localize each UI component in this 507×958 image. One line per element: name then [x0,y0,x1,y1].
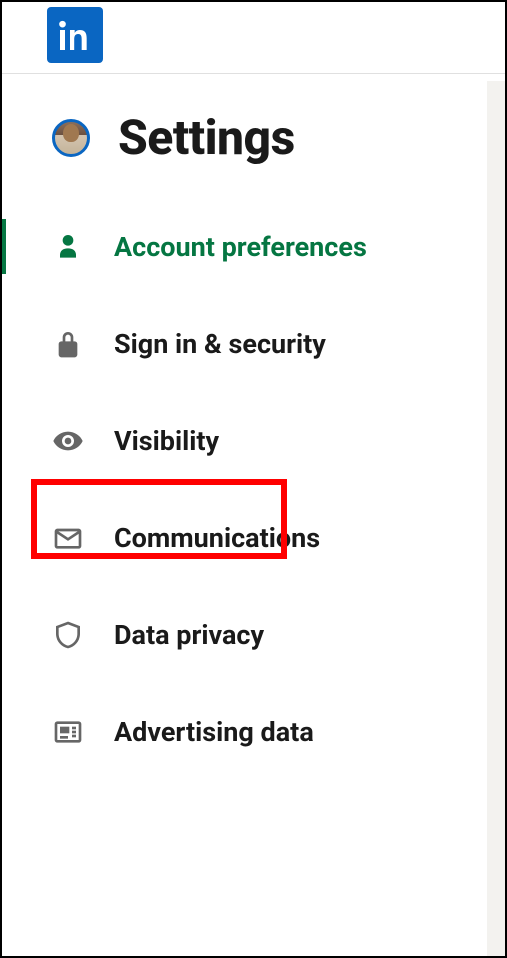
linkedin-logo[interactable] [47,7,103,63]
eye-icon [52,425,84,457]
newspaper-icon [52,716,84,748]
menu-item-communications[interactable]: Communications [52,522,485,554]
menu-item-visibility[interactable]: Visibility [52,425,485,457]
settings-menu: Account preferences Sign in & security V… [52,231,485,748]
menu-label: Account preferences [114,231,367,263]
menu-label: Visibility [114,425,219,457]
person-icon [52,231,84,263]
avatar[interactable] [52,119,90,157]
menu-item-advertising-data[interactable]: Advertising data [52,716,485,748]
title-row: Settings [52,109,485,166]
menu-label: Communications [114,522,320,554]
menu-item-data-privacy[interactable]: Data privacy [52,619,485,651]
settings-content: Settings Account preferences Sign in & s… [2,74,505,748]
right-edge-background [487,81,505,956]
menu-label: Sign in & security [114,328,326,360]
menu-item-sign-in-security[interactable]: Sign in & security [52,328,485,360]
menu-item-account-preferences[interactable]: Account preferences [52,231,485,263]
linkedin-icon [55,15,95,55]
envelope-icon [52,522,84,554]
shield-icon [52,619,84,651]
menu-label: Advertising data [114,716,314,748]
lock-icon [52,328,84,360]
menu-label: Data privacy [114,619,264,651]
page-title: Settings [118,109,295,166]
header [2,2,505,74]
